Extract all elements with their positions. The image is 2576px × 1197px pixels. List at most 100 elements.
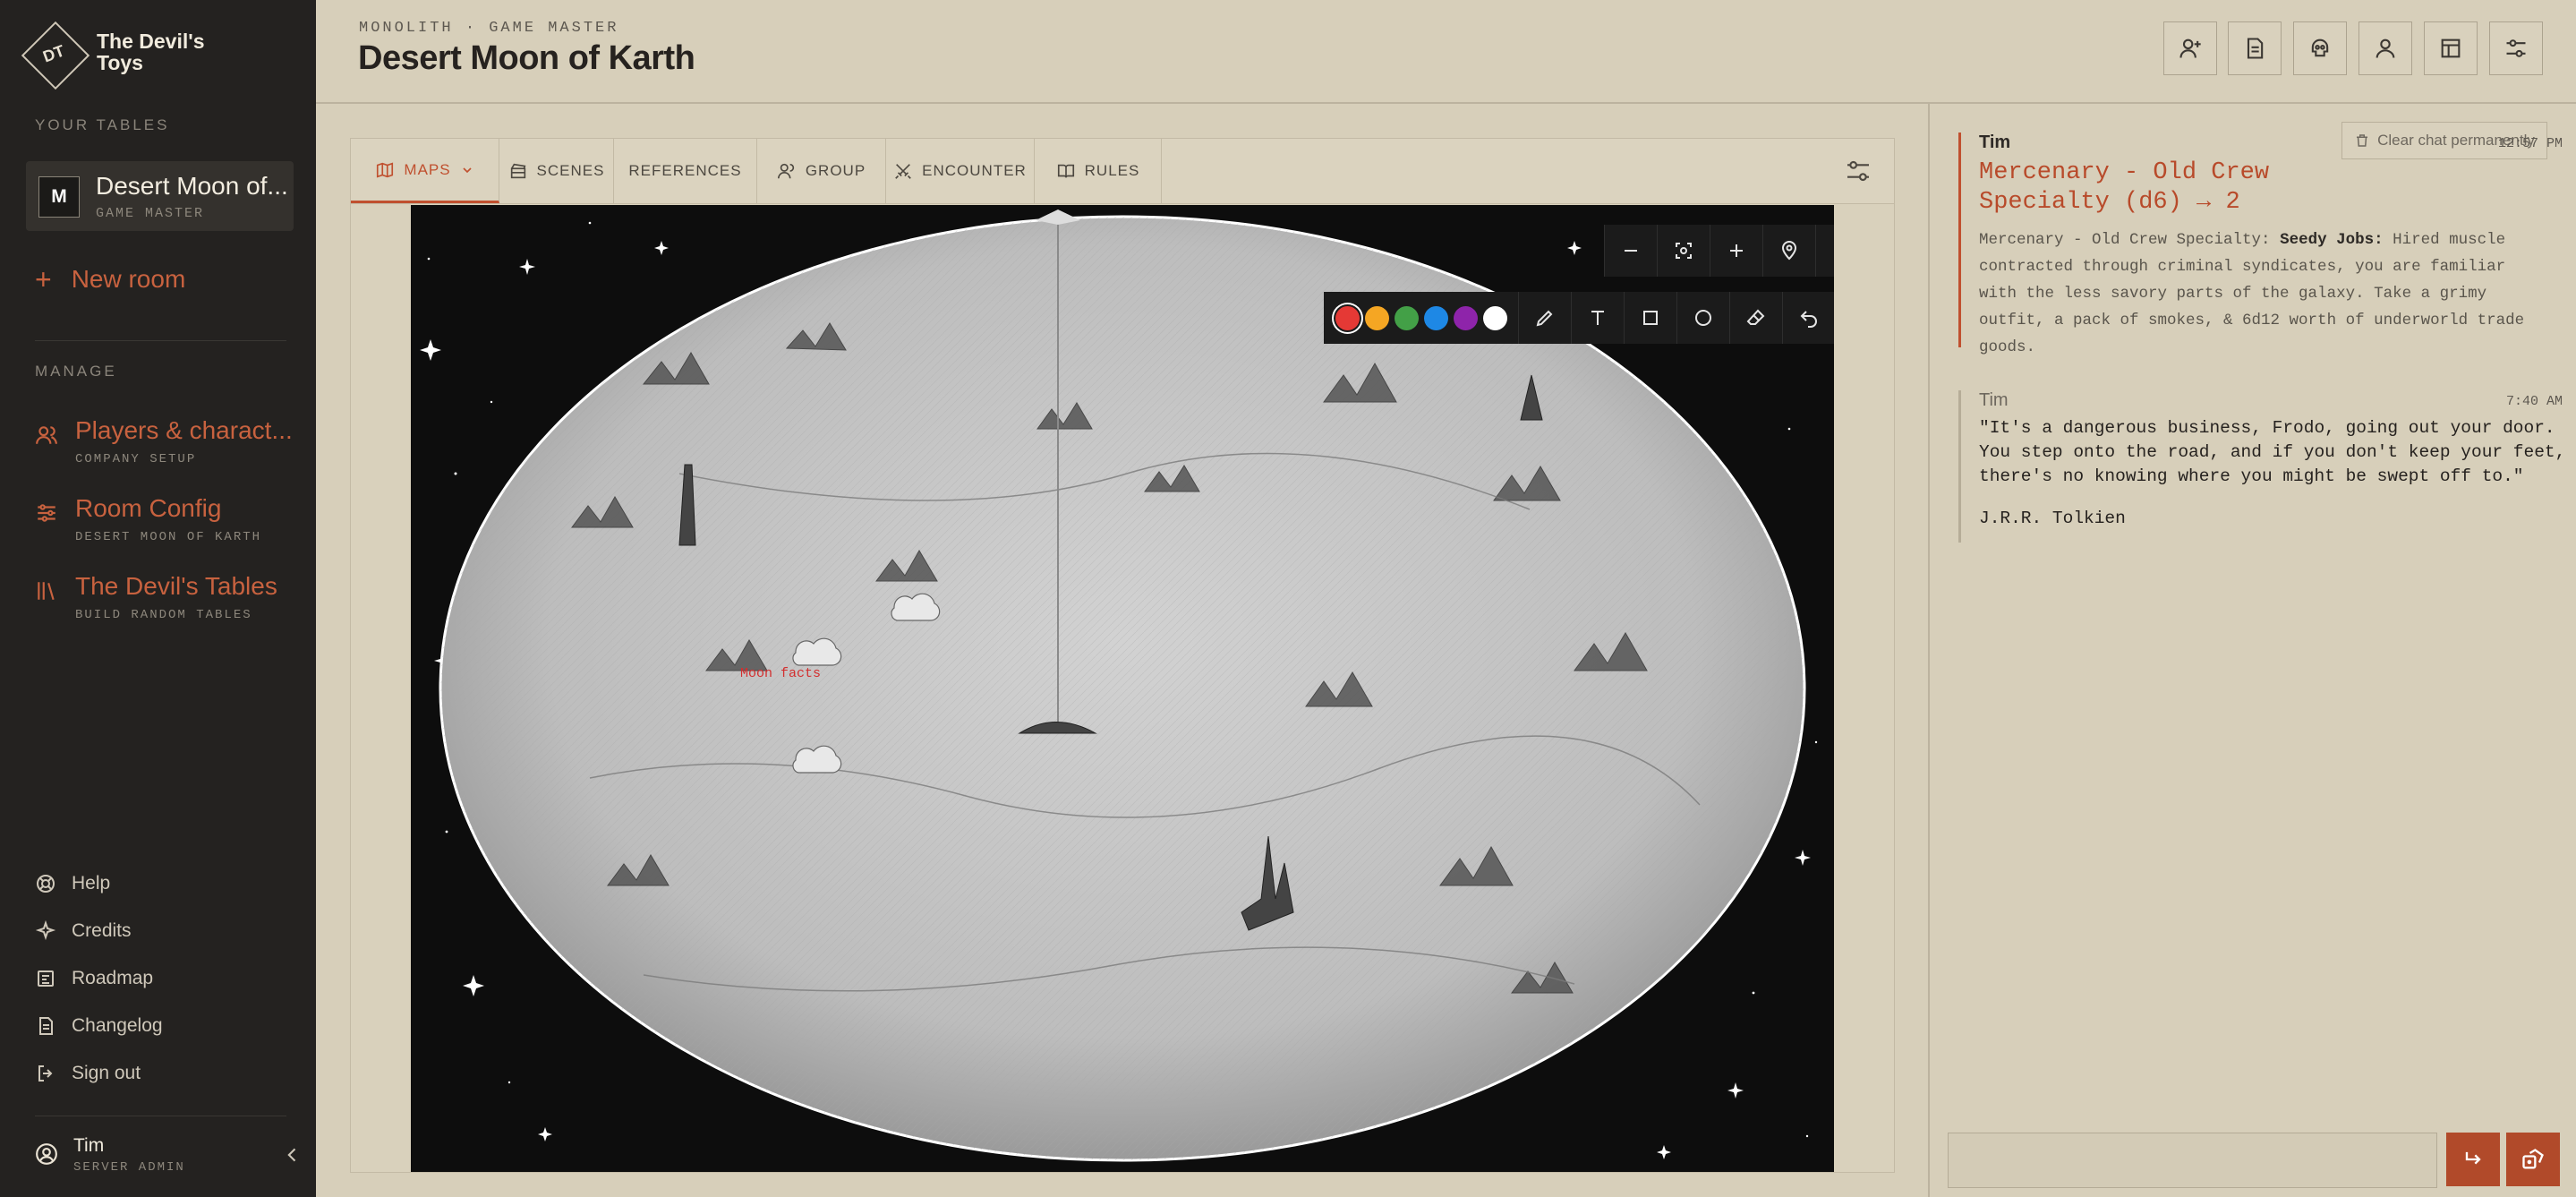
- settings-button[interactable]: [2489, 21, 2543, 75]
- your-tables-label: YOUR TABLES: [35, 116, 170, 133]
- fit-screen-icon: [1676, 243, 1692, 259]
- notes-button[interactable]: [2228, 21, 2282, 75]
- map-draw-toolbar: [1324, 292, 1834, 344]
- users-icon: [36, 426, 57, 444]
- message-time: 12:57 PM: [2497, 136, 2563, 151]
- rectangle-tool-button[interactable]: [1624, 292, 1676, 344]
- undo-button[interactable]: [1782, 292, 1834, 344]
- new-room-button[interactable]: + New room: [35, 261, 185, 297]
- table-icon: [2441, 38, 2461, 58]
- manage-item-title: Room Config: [75, 494, 222, 522]
- manage-item-subtitle: BUILD RANDOM TABLES: [75, 608, 252, 622]
- link-changelog[interactable]: Changelog: [35, 1013, 163, 1039]
- zoom-out-button[interactable]: [1604, 225, 1657, 277]
- color-swatch-orange[interactable]: [1365, 305, 1389, 330]
- table-role: GAME MASTER: [96, 206, 205, 221]
- manage-item-title: The Devil's Tables: [75, 572, 277, 600]
- map-canvas[interactable]: Moon facts: [411, 205, 1834, 1172]
- user-circle-icon: [36, 1143, 57, 1165]
- scenes-icon: [510, 163, 525, 179]
- color-swatch-green[interactable]: [1395, 305, 1419, 330]
- collapse-sidebar-icon[interactable]: [284, 1146, 302, 1164]
- user-name: Tim: [73, 1135, 105, 1156]
- new-room-label: New room: [71, 265, 186, 293]
- tab-label: ENCOUNTER: [922, 162, 1027, 179]
- tab-rules[interactable]: RULES: [1035, 139, 1162, 203]
- tab-label: MAPS: [404, 160, 451, 178]
- message-author: Tim: [1979, 390, 2009, 410]
- table-card[interactable]: M Desert Moon of... GAME MASTER: [26, 161, 294, 231]
- add-user-icon: [2179, 38, 2201, 58]
- logo[interactable]: DT: [20, 20, 90, 90]
- tab-bar: MAPS SCENES REFERENCES GROUP ENCOUNTER R…: [351, 139, 1894, 204]
- send-button[interactable]: [2446, 1133, 2500, 1186]
- link-label: Help: [72, 873, 111, 893]
- page-title: Desert Moon of Karth: [358, 39, 695, 77]
- message-author: Tim: [1979, 133, 2011, 152]
- plus-icon: +: [35, 263, 52, 295]
- chat-panel: Clear chat permanently Tim 12:57 PM Merc…: [1928, 102, 2576, 1197]
- circle-tool-button[interactable]: [1676, 292, 1729, 344]
- chevron-down-icon: [463, 167, 472, 173]
- library-icon: [38, 582, 55, 601]
- undo-icon: [1800, 311, 1817, 328]
- link-roadmap[interactable]: Roadmap: [35, 965, 153, 992]
- monsters-button[interactable]: [2293, 21, 2347, 75]
- zoom-in-button[interactable]: [1710, 225, 1762, 277]
- eraser-tool-button[interactable]: [1729, 292, 1782, 344]
- map-image: Moon facts: [411, 205, 1834, 1172]
- tab-label: SCENES: [536, 162, 605, 179]
- map-view-toolbar: [1604, 225, 1834, 277]
- tab-references[interactable]: REFERENCES: [614, 139, 757, 203]
- sparkles-icon: [35, 920, 56, 941]
- expand-button[interactable]: [1815, 225, 1834, 277]
- brand-name: The Devil's Toys: [97, 30, 205, 74]
- manage-item-subtitle: DESERT MOON OF KARTH: [75, 530, 262, 544]
- color-swatch-purple[interactable]: [1454, 305, 1478, 330]
- chat-input[interactable]: [1948, 1133, 2437, 1188]
- tab-maps[interactable]: MAPS: [351, 139, 499, 203]
- map-settings-icon[interactable]: [1844, 157, 1872, 185]
- map-annotation[interactable]: Moon facts: [740, 666, 821, 681]
- sidebar: DT The Devil's Toys YOUR TABLES M Desert…: [0, 0, 316, 1197]
- color-swatch-red[interactable]: [1335, 305, 1360, 330]
- pencil-tool-button[interactable]: [1518, 292, 1571, 344]
- swords-icon: [895, 164, 911, 179]
- expand-icon: [1831, 240, 1834, 261]
- dice-icon: [2522, 1149, 2544, 1169]
- color-swatch-white[interactable]: [1483, 305, 1507, 330]
- group-icon: [777, 163, 794, 179]
- zoom-in-icon: [1730, 244, 1743, 257]
- manage-label: MANAGE: [35, 363, 117, 380]
- link-label: Credits: [72, 920, 132, 941]
- book-icon: [1057, 164, 1074, 178]
- eraser-icon: [1746, 309, 1765, 325]
- tab-scenes[interactable]: SCENES: [499, 139, 614, 203]
- breadcrumb: MONOLITH · GAME MASTER: [359, 20, 619, 37]
- tables-button[interactable]: [2424, 21, 2478, 75]
- add-player-button[interactable]: [2163, 21, 2217, 75]
- fit-screen-button[interactable]: [1657, 225, 1710, 277]
- document-icon: [39, 1017, 53, 1035]
- text-tool-button[interactable]: [1571, 292, 1624, 344]
- table-badge: M: [38, 176, 80, 218]
- link-label: Changelog: [72, 1015, 163, 1036]
- rectangle-icon: [1643, 311, 1658, 325]
- character-button[interactable]: [2358, 21, 2412, 75]
- sign-out-icon: [38, 1065, 53, 1082]
- color-swatch-blue[interactable]: [1424, 305, 1448, 330]
- tab-label: REFERENCES: [628, 162, 742, 179]
- pin-button[interactable]: [1762, 225, 1815, 277]
- dice-roll-button[interactable]: [2506, 1133, 2560, 1186]
- link-sign-out[interactable]: Sign out: [35, 1060, 141, 1087]
- send-icon: [2465, 1151, 2481, 1165]
- tab-group[interactable]: GROUP: [757, 139, 886, 203]
- link-help[interactable]: Help: [35, 870, 110, 897]
- link-label: Roadmap: [72, 968, 154, 988]
- user-profile[interactable]: Tim SERVER ADMIN: [35, 1130, 303, 1180]
- chat-message: Tim 12:57 PM Mercenary - Old Crew Specia…: [1958, 133, 2570, 356]
- link-credits[interactable]: Credits: [35, 918, 132, 945]
- roll-result-name: Seedy Jobs:: [2280, 231, 2384, 249]
- tab-encounter[interactable]: ENCOUNTER: [886, 139, 1035, 203]
- manage-item-subtitle: COMPANY SETUP: [75, 452, 197, 466]
